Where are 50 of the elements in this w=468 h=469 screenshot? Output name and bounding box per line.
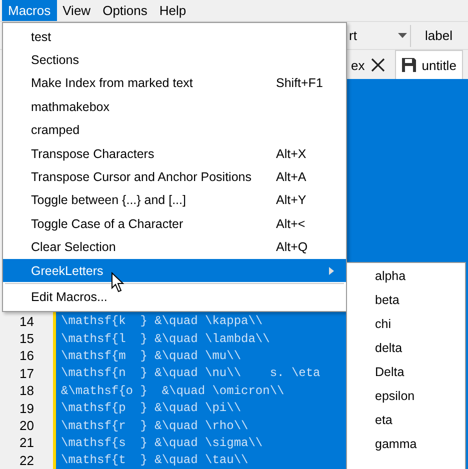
menu-item[interactable]: epsilon xyxy=(347,384,465,408)
menu-item[interactable]: gamma xyxy=(347,432,465,456)
menu-item[interactable]: Transpose Cursor and Anchor Positions Alt+A xyxy=(3,165,346,189)
menu-item[interactable]: beta xyxy=(347,288,465,312)
line-number: 18 xyxy=(18,383,34,398)
menu-item[interactable]: Edit Macros... xyxy=(3,285,346,309)
menu-item[interactable]: cramped xyxy=(3,118,346,142)
code-line: \mathsf{s } &\quad \sigma\\ xyxy=(61,436,263,450)
code-line: \mathsf{k } &\quad \kappa\\ xyxy=(61,314,263,328)
toolbar-dropdown[interactable]: rt xyxy=(349,28,407,44)
code-line: \mathsf{n } &\quad \nu\\ s. \eta xyxy=(61,366,320,380)
menu-item[interactable]: chi xyxy=(347,312,465,336)
menu-item[interactable]: Toggle Case of a Character Alt+< xyxy=(3,212,346,236)
line-number: 21 xyxy=(18,435,34,450)
menu-item[interactable]: Sections xyxy=(3,48,346,72)
line-number: 14 xyxy=(18,314,34,329)
line-number: 15 xyxy=(18,331,34,346)
menu-item[interactable]: delta xyxy=(347,336,465,360)
line-number: 16 xyxy=(18,348,34,364)
mouse-cursor-icon xyxy=(111,272,125,293)
editor-tab[interactable]: untitle xyxy=(394,50,464,80)
menu-item[interactable]: Clear Selection Alt+Q xyxy=(3,236,346,259)
line-number: 20 xyxy=(18,418,34,434)
menu-item[interactable]: Make Index from marked text Shift+F1 xyxy=(3,72,346,96)
line-number: 19 xyxy=(18,400,34,416)
menu-item[interactable]: Transpose Characters Alt+X xyxy=(3,142,346,166)
menubar-item[interactable]: View xyxy=(56,0,97,21)
menu-item[interactable]: Toggle between {...} and [...] Alt+Y xyxy=(3,188,346,212)
close-icon[interactable] xyxy=(370,58,385,72)
code-line: \mathsf{l } &\quad \lambda\\ xyxy=(61,332,270,346)
menu-item[interactable]: GreekLetters xyxy=(3,258,346,282)
menu-item[interactable]: Delta xyxy=(347,360,465,384)
menubar-item[interactable]: Options xyxy=(96,0,154,21)
menu-item[interactable]: mathmakebox xyxy=(3,95,346,119)
caret-icon xyxy=(398,33,407,38)
menubar-item[interactable]: Help xyxy=(153,0,192,21)
code-line: \mathsf{r } &\quad \rho\\ xyxy=(61,418,248,433)
menubar-item[interactable]: Macros xyxy=(2,0,57,21)
save-icon xyxy=(402,58,416,72)
code-line: \mathsf{p } &\quad \pi\\ xyxy=(61,401,242,416)
submenu-arrow-icon xyxy=(329,266,334,275)
line-number: 17 xyxy=(18,366,34,381)
code-line: &\mathsf{o } &\quad \omicron\\ xyxy=(61,384,284,398)
menu-item[interactable]: alpha xyxy=(347,264,465,288)
line-number: 22 xyxy=(18,452,34,468)
menu-item[interactable]: test xyxy=(3,25,346,48)
code-line: \mathsf{t } &\quad \tau\\ xyxy=(61,453,248,468)
label-button[interactable]: label xyxy=(419,24,458,48)
menu-item[interactable]: eta xyxy=(347,408,465,432)
code-line: \mathsf{m } &\quad \mu\\ xyxy=(61,348,242,363)
